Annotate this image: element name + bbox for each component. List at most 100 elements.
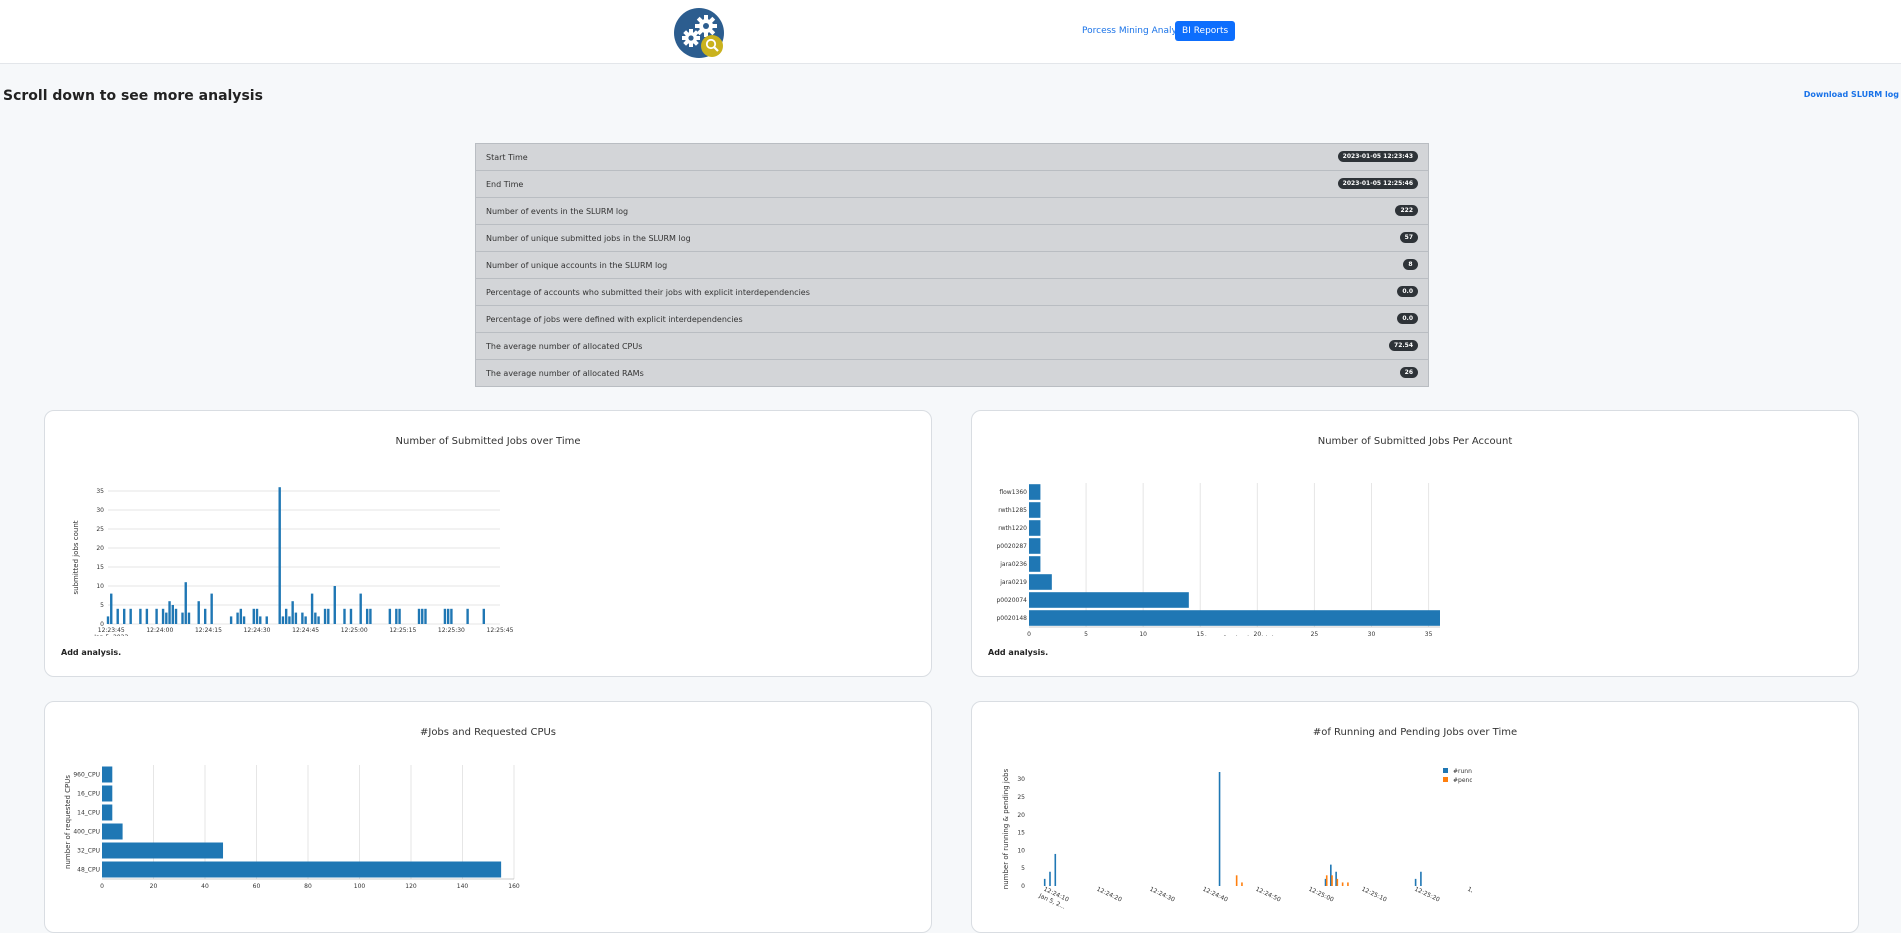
- bar: [369, 608, 372, 624]
- stat-row-accounts-interdependencies: Percentage of accounts who submitted the…: [476, 279, 1428, 306]
- bar: [443, 608, 447, 624]
- bar: [129, 608, 132, 624]
- add-analysis-link[interactable]: Add analysis.: [988, 648, 1048, 657]
- y-axis-label: number of requested CPUs: [64, 775, 72, 869]
- x-tick-label: 12:24:45: [292, 627, 319, 634]
- bar: [239, 608, 243, 624]
- bar: [291, 601, 294, 624]
- y-tick-label: 5: [1021, 865, 1025, 872]
- x-tick-label: 40: [201, 883, 209, 890]
- stat-value-badge: 57: [1399, 232, 1418, 243]
- stat-row-unique-jobs: Number of unique submitted jobs in the S…: [476, 225, 1428, 252]
- bar-running: [1049, 871, 1051, 886]
- bar: [417, 608, 421, 624]
- bar-running: [1054, 853, 1057, 886]
- x-tick-label: 12:25:15: [389, 627, 416, 634]
- nav-bi-reports[interactable]: BI Reports: [1175, 21, 1236, 41]
- x-tick-label: 12:25:30: [1466, 886, 1472, 904]
- bar: [102, 804, 113, 821]
- legend-swatch: [1443, 777, 1448, 782]
- x-tick-label: 0: [100, 883, 104, 890]
- y-tick-label: 25: [96, 526, 104, 533]
- stat-row-end-time: End Time 2023-01-05 12:25:46: [476, 171, 1428, 198]
- y-category-label: flow1360: [999, 489, 1027, 496]
- bar: [1029, 520, 1041, 536]
- x-tick-label: 12:24:40: [1201, 886, 1229, 904]
- y-category-label: 960_CPU: [73, 772, 100, 779]
- bar: [102, 823, 123, 840]
- bar: [242, 616, 246, 624]
- bar: [281, 616, 285, 624]
- y-tick-label: 30: [1017, 776, 1025, 783]
- bar: [168, 601, 171, 624]
- legend-label: #running: [1453, 768, 1472, 775]
- download-slurm-log-link[interactable]: Download SLURM log: [1804, 90, 1899, 99]
- bar: [165, 612, 168, 624]
- bar: [359, 593, 362, 624]
- stat-label: Percentage of accounts who submitted the…: [486, 288, 810, 297]
- bar: [174, 608, 178, 624]
- bar: [446, 608, 450, 624]
- y-tick-label: 25: [1017, 794, 1025, 801]
- bar: [1029, 502, 1041, 518]
- bar: [314, 612, 317, 624]
- chart-title: Number of Submitted Jobs over Time: [395, 436, 581, 447]
- x-tick-label: 5: [1084, 631, 1088, 636]
- bar: [102, 766, 113, 783]
- bar: [181, 612, 184, 624]
- y-category-label: p0020287: [996, 543, 1027, 550]
- stat-value-badge: 222: [1395, 205, 1418, 216]
- stat-label: Number of unique accounts in the SLURM l…: [486, 261, 668, 270]
- bar: [106, 616, 110, 624]
- bar: [259, 616, 262, 624]
- x-tick-label: 12:24:50: [1254, 886, 1282, 904]
- running-pending-chart: 05101520253012:24:10 12:24:20 12:24:30 12:2…: [1002, 768, 1472, 911]
- x-tick-label: 80: [304, 883, 312, 890]
- chart-card-requested-cpus: #Jobs and Requested CPUs 0 20 40 60 80 100 120…: [44, 701, 932, 933]
- bar: [255, 608, 259, 624]
- stat-label: Number of events in the SLURM log: [486, 207, 629, 216]
- bar: [229, 616, 233, 624]
- bar-pending: [1235, 875, 1238, 886]
- x-tick-label: 12:25:30: [438, 627, 465, 634]
- y-axis-label: submitted jobs count: [72, 520, 80, 594]
- bar: [265, 616, 268, 624]
- bar: [288, 616, 291, 624]
- x-tick-label: 25: [1311, 631, 1319, 636]
- x-tick-label: 60: [253, 883, 261, 890]
- bar: [294, 612, 298, 624]
- x-tick-label: 12:25:45: [487, 627, 514, 634]
- bar: [171, 605, 174, 624]
- bar: [102, 861, 502, 878]
- bar-running: [1218, 772, 1221, 886]
- bar: [1029, 610, 1440, 626]
- bar: [482, 608, 486, 624]
- bar: [210, 593, 213, 624]
- stat-label: Start Time: [486, 153, 528, 162]
- bar-pending: [1241, 882, 1243, 886]
- bar: [424, 608, 427, 624]
- legend-label: #pending: [1453, 777, 1472, 784]
- chart-title: Number of Submitted Jobs Per Account: [1317, 436, 1513, 447]
- bar: [317, 616, 320, 624]
- y-tick-label: 0: [1021, 883, 1025, 890]
- jobs-over-time-chart: 0510152025303512:23:45 12:24:00 12:24:15 12…: [72, 487, 514, 636]
- bar: [161, 608, 165, 624]
- y-tick-label: 35: [96, 488, 104, 495]
- bar: [278, 487, 281, 624]
- bar: [110, 593, 113, 624]
- y-category-label: 48_CPU: [77, 867, 100, 874]
- y-tick-label: 10: [1017, 847, 1025, 854]
- x-tick-label: 12:25:00: [341, 627, 368, 634]
- chart-title: #of Running and Pending Jobs over Time: [1312, 727, 1518, 738]
- stat-label: Number of unique submitted jobs in the S…: [486, 234, 691, 243]
- y-tick-label: 20: [96, 545, 104, 552]
- add-analysis-link[interactable]: Add analysis.: [61, 648, 121, 657]
- requested-cpus-chart: 0 20 40 60 80 100 120 140 160 960_CPU 16_CPU 14_CPU…: [64, 765, 520, 890]
- bar: [388, 608, 392, 624]
- y-tick-label: 20: [1017, 812, 1025, 819]
- bar-pending: [1336, 878, 1339, 886]
- stat-row-events: Number of events in the SLURM log 222: [476, 198, 1428, 225]
- chart-card-jobs-per-account: Number of Submitted Jobs Per Account 0 5 1…: [971, 410, 1859, 677]
- bar-pending: [1325, 875, 1328, 886]
